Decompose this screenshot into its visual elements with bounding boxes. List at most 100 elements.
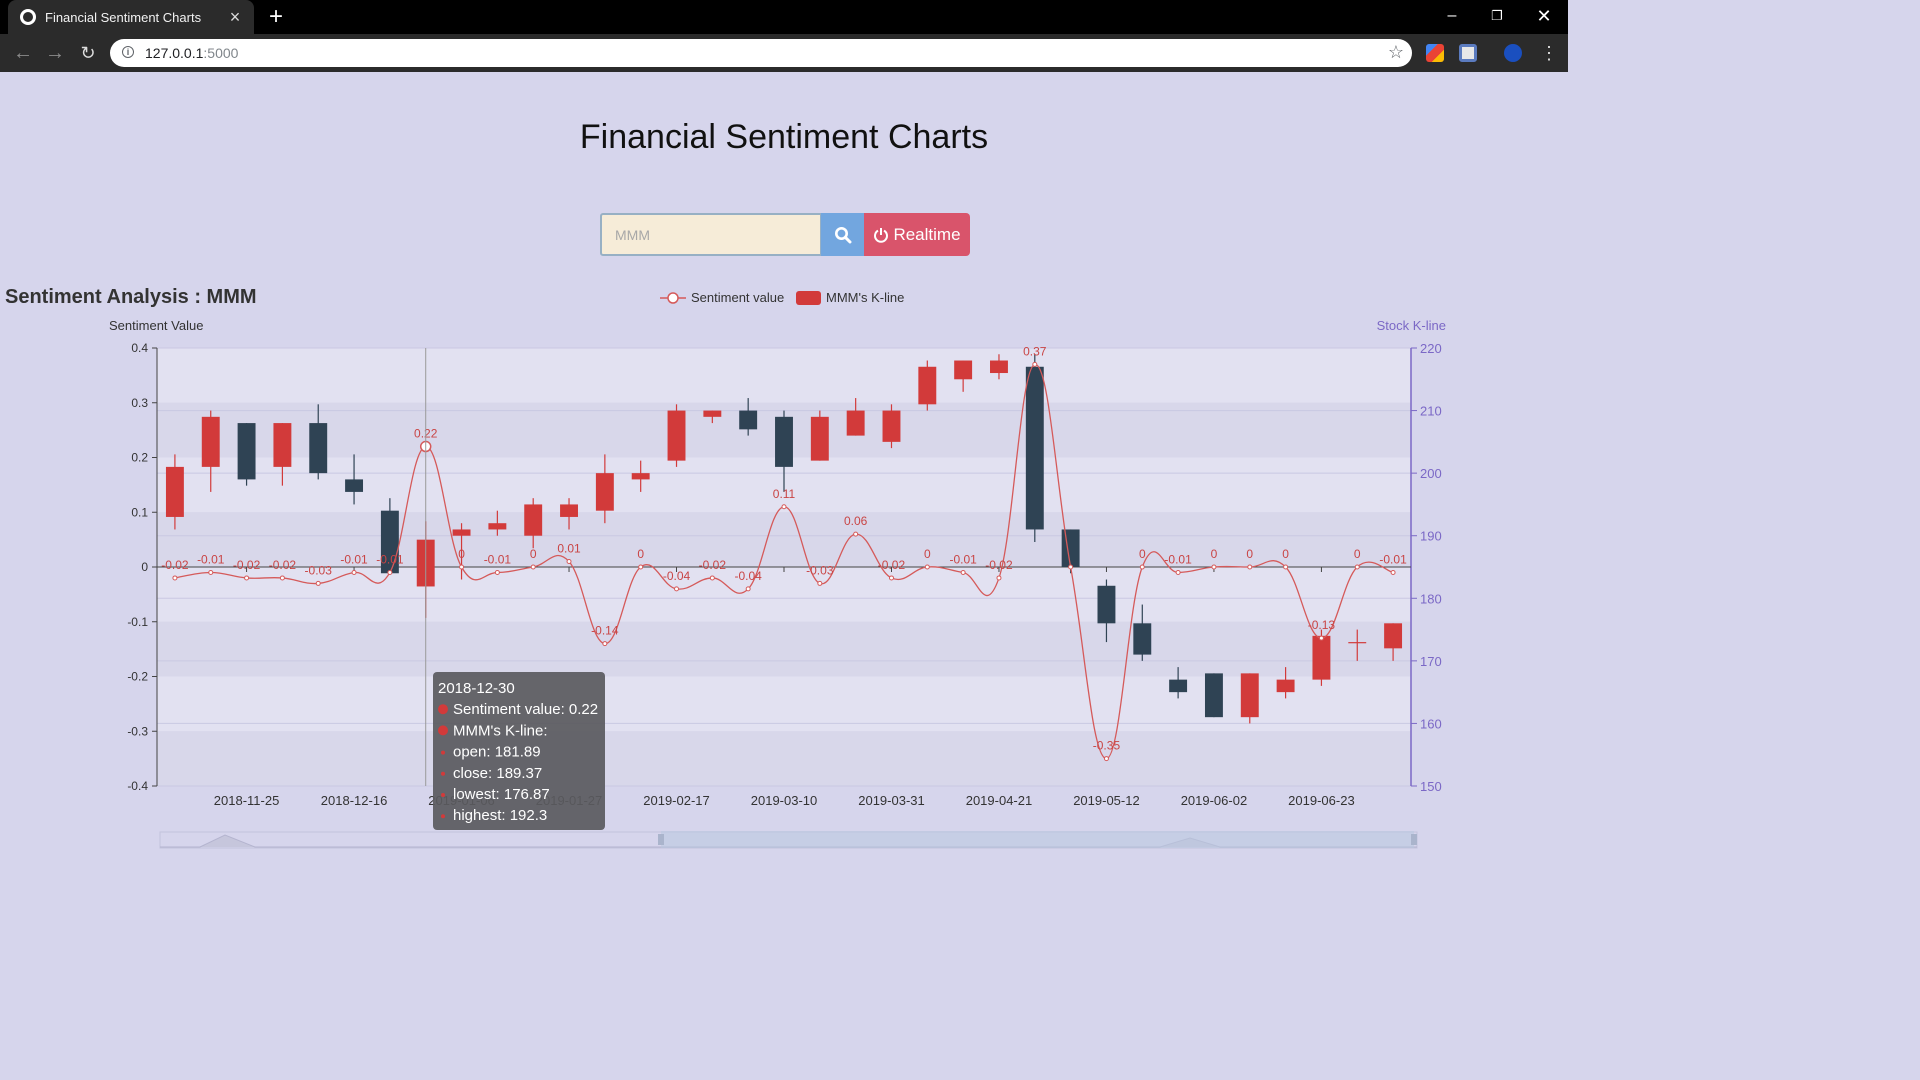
legend-kline-label[interactable]: MMM's K-line [826,290,904,305]
sentiment-data-label: -0.03 [806,563,834,577]
sentiment-point[interactable] [1247,564,1253,570]
sentiment-data-label: -0.02 [233,558,261,572]
sentiment-point[interactable] [1103,756,1109,762]
x-tick-label: 2019-06-23 [1288,793,1355,808]
restore-button[interactable]: ❐ [1477,4,1517,28]
sentiment-point[interactable] [888,575,894,581]
datazoom-handle-right[interactable] [1411,834,1417,845]
sentiment-data-label: 0 [1139,547,1146,561]
close-tab-icon[interactable]: × [224,6,246,28]
sentiment-point[interactable] [709,575,715,581]
sentiment-point[interactable] [208,569,214,575]
sentiment-data-label: 0 [1282,547,1289,561]
browser-toolbar: ← → ↻ i 127.0.0.1:5000 ☆ ⋮ [0,34,1568,72]
sentiment-data-label: -0.02 [699,558,727,572]
sentiment-point[interactable] [817,580,823,586]
sentiment-data-label: -0.02 [878,558,906,572]
sentiment-point[interactable] [674,586,680,592]
sentiment-point[interactable] [1390,569,1396,575]
sentiment-point[interactable] [244,575,250,581]
x-tick-label: 2019-02-17 [643,793,710,808]
sentiment-point[interactable] [924,564,930,570]
candle-body [1348,642,1367,644]
candle-body [810,416,829,461]
browser-tab[interactable]: Financial Sentiment Charts × [8,0,254,34]
sentiment-data-label: 0 [1354,547,1361,561]
grid-band [157,676,1411,732]
candle-body [1384,623,1403,649]
back-icon[interactable]: ← [10,40,36,66]
minimize-button[interactable]: – [1432,4,1472,28]
menu-icon[interactable]: ⋮ [1540,40,1558,66]
candle-body [1276,679,1295,693]
candle-body [775,416,793,467]
sentiment-point[interactable] [853,531,859,537]
grid-band [157,512,1411,567]
sentiment-data-label: 0.37 [1023,344,1047,358]
grid-band [157,731,1411,786]
search-button[interactable] [821,213,864,256]
reload-icon[interactable]: ↻ [75,40,101,66]
right-tick-label: 180 [1420,591,1442,606]
sentiment-data-label: 0.11 [773,487,796,501]
sentiment-point[interactable] [530,564,536,570]
legend-line-marker [667,292,679,304]
sentiment-point[interactable] [315,580,321,586]
y-right-axis-label: Stock K-line [1377,318,1446,333]
sentiment-data-label: -0.01 [1379,552,1407,566]
sentiment-data-label: -0.02 [269,558,297,572]
sentiment-point[interactable] [172,575,178,581]
ticker-search-input[interactable] [602,215,820,254]
sentiment-data-label: 0 [637,547,644,561]
extension-icon[interactable] [1426,44,1444,62]
sentiment-point[interactable] [745,586,751,592]
sentiment-point[interactable] [1354,564,1360,570]
bookmark-star-icon[interactable]: ☆ [1388,42,1404,63]
sentiment-point[interactable] [351,569,357,575]
candle-body [201,416,220,467]
legend-sentiment-label[interactable]: Sentiment value [691,290,784,305]
realtime-button[interactable]: Realtime [864,213,970,256]
profile-icon[interactable] [1504,44,1522,62]
sentiment-point[interactable] [1283,564,1289,570]
window-close-button[interactable]: ✕ [1524,4,1564,28]
sentiment-point[interactable] [960,569,966,575]
sentiment-point[interactable] [1139,564,1145,570]
candle-body [846,410,865,436]
sentiment-data-label: 0 [1246,547,1253,561]
sentiment-point[interactable] [1068,564,1074,570]
search-field[interactable] [600,213,822,256]
realtime-label: Realtime [893,224,961,244]
y-left-axis-label: Sentiment Value [109,318,203,333]
sentiment-point[interactable] [566,559,572,565]
sentiment-point[interactable] [996,575,1002,581]
forward-icon[interactable]: → [42,40,68,66]
sentiment-point[interactable] [1211,564,1217,570]
sentiment-point[interactable] [638,564,644,570]
grid-band [157,621,1411,677]
sentiment-point[interactable] [1032,361,1038,367]
x-tick-label: 2019-01-27 [536,793,603,808]
left-tick-label: 0.4 [131,341,148,355]
chart-tooltip [433,672,605,830]
candle-body [416,539,435,587]
site-info-icon[interactable]: i [122,46,134,58]
sentiment-point[interactable] [1318,635,1324,641]
sentiment-point[interactable] [387,569,393,575]
candle-body [954,360,973,380]
extension-icon[interactable] [1459,44,1477,62]
tooltip-line: open: 181.89 [453,744,541,761]
sentiment-point[interactable] [459,564,465,570]
candle-body [1025,366,1044,530]
sentiment-point[interactable] [494,569,500,575]
address-bar[interactable]: i 127.0.0.1:5000 ☆ [110,39,1412,67]
sentiment-point[interactable] [602,641,608,647]
sentiment-point[interactable] [419,440,432,453]
sentiment-point[interactable] [1175,569,1181,575]
datazoom-window[interactable] [661,831,1414,848]
sentiment-point[interactable] [781,504,787,510]
left-tick-label: 0.3 [131,396,148,410]
new-tab-button[interactable]: + [264,4,288,30]
datazoom-handle-left[interactable] [658,834,664,845]
sentiment-point[interactable] [279,575,285,581]
